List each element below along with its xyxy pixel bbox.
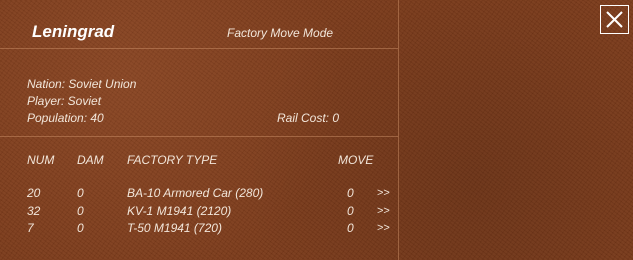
row-dam: 0	[77, 186, 84, 200]
move-factory-button[interactable]: >>	[377, 186, 390, 200]
mode-label: Factory Move Mode	[227, 26, 334, 40]
info-divider	[0, 136, 398, 137]
header-divider	[0, 48, 398, 49]
column-factory-type: FACTORY TYPE	[127, 153, 218, 167]
city-name: Leningrad	[32, 22, 115, 41]
close-icon	[606, 11, 623, 28]
player-label: Player: Soviet	[27, 94, 102, 108]
move-factory-button[interactable]: >>	[377, 204, 390, 218]
row-num: 32	[27, 204, 41, 218]
table-row: 32 0 KV-1 M1941 (2120) 0 >>	[0, 204, 398, 221]
row-move: 0	[347, 221, 354, 235]
rail-cost-label: Rail Cost: 0	[277, 111, 340, 125]
row-num: 20	[27, 186, 41, 200]
table-row: 20 0 BA-10 Armored Car (280) 0 >>	[0, 186, 398, 203]
column-dam: DAM	[77, 153, 104, 167]
row-move: 0	[347, 204, 354, 218]
column-move: MOVE	[338, 153, 374, 167]
row-move: 0	[347, 186, 354, 200]
close-button[interactable]	[600, 5, 629, 34]
row-dam: 0	[77, 221, 84, 235]
row-num: 7	[27, 221, 34, 235]
row-factory-type: KV-1 M1941 (2120)	[127, 204, 232, 218]
row-factory-type: T-50 M1941 (720)	[127, 221, 222, 235]
move-factory-button[interactable]: >>	[377, 221, 390, 235]
panel-divider	[398, 0, 399, 260]
table-row: 7 0 T-50 M1941 (720) 0 >>	[0, 221, 398, 238]
nation-label: Nation: Soviet Union	[27, 77, 137, 91]
column-num: NUM	[27, 153, 55, 167]
row-dam: 0	[77, 204, 84, 218]
row-factory-type: BA-10 Armored Car (280)	[127, 186, 264, 200]
population-label: Population: 40	[27, 111, 104, 125]
